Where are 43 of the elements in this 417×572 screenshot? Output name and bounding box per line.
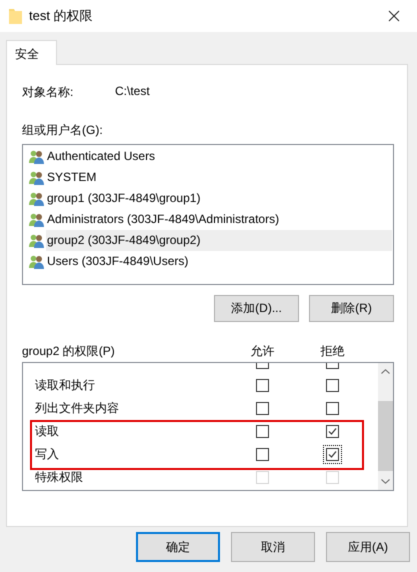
permission-label: 列出文件夹内容 <box>35 400 120 417</box>
list-item[interactable]: Administrators (303JF-4849\Administrators) <box>46 209 392 230</box>
button[interactable]: 取消 <box>231 532 315 562</box>
window-title: test 的权限 <box>29 7 94 25</box>
checkbox[interactable] <box>256 402 269 415</box>
checkbox[interactable] <box>326 402 339 415</box>
users-icon <box>29 150 44 164</box>
list-item[interactable]: Users (303JF-4849\Users) <box>46 251 392 272</box>
users-icon <box>29 192 44 206</box>
users-icon <box>29 234 44 248</box>
field-label: 对象名称: <box>22 84 74 98</box>
list-item[interactable]: SYSTEM <box>46 167 392 188</box>
button[interactable]: 确定 <box>136 532 220 562</box>
permission-label: 读取 <box>35 423 60 440</box>
checkbox[interactable] <box>326 425 339 438</box>
checkbox[interactable] <box>256 379 269 392</box>
button[interactable]: 添加(D)... <box>214 295 299 322</box>
users-icon <box>29 170 44 184</box>
users-icon <box>29 212 44 226</box>
scroll-up-icon[interactable] <box>381 369 390 374</box>
button[interactable]: 删除(R) <box>309 295 394 322</box>
checkbox[interactable] <box>256 425 269 438</box>
field-value: C:\test <box>115 84 150 98</box>
folder-icon <box>9 8 22 24</box>
close-icon[interactable] <box>388 10 400 22</box>
users-icon <box>29 254 44 268</box>
checkbox[interactable] <box>326 448 339 461</box>
list-item[interactable]: group2 (303JF-4849\group2) <box>46 230 392 251</box>
column-header: 拒绝 <box>320 343 344 360</box>
scrollbar[interactable] <box>378 363 393 490</box>
list-item[interactable]: Authenticated Users <box>46 146 392 167</box>
button[interactable]: 应用(A) <box>326 532 410 562</box>
list-label: 组或用户名(G): <box>22 122 104 139</box>
permission-label: 特殊权限 <box>35 469 84 486</box>
permission-label: 读取和执行 <box>35 377 96 394</box>
checkbox[interactable] <box>326 379 339 392</box>
tab[interactable]: 安全 <box>6 40 57 65</box>
scroll-down-icon[interactable] <box>381 479 390 484</box>
list-label: group2 的权限(P) <box>22 343 115 360</box>
column-header: 允许 <box>250 343 274 360</box>
permission-label: 写入 <box>35 446 60 463</box>
list-item[interactable]: group1 (303JF-4849\group1) <box>46 188 392 209</box>
checkbox[interactable] <box>256 448 269 461</box>
